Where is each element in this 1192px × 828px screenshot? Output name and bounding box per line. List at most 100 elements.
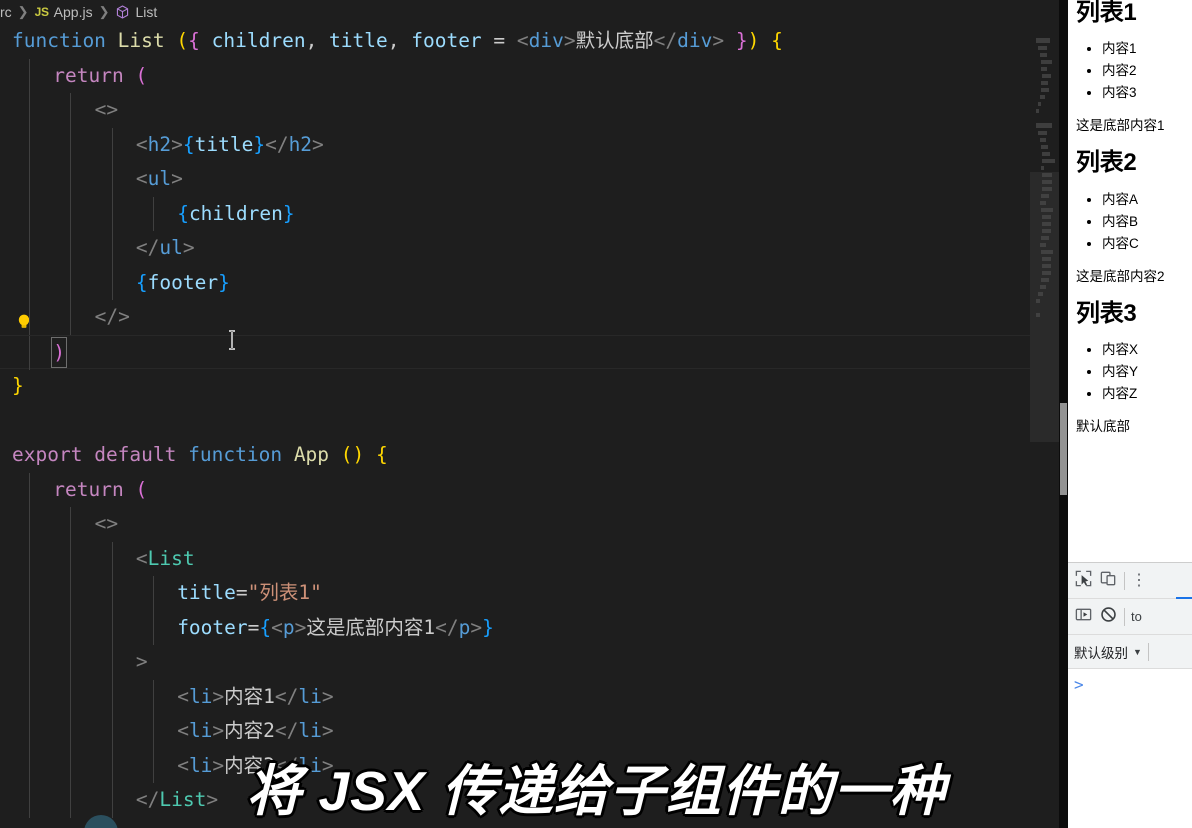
code-token: li (188, 719, 213, 742)
code-token: > (321, 719, 334, 742)
code-token: > (171, 167, 183, 190)
code-token: > (182, 236, 195, 259)
code-token: ( (176, 29, 189, 52)
code-line[interactable]: <h2>{title}</h2> (0, 127, 1030, 162)
code-line[interactable]: </ul> (0, 231, 1030, 266)
code-line[interactable]: <li>内容2</li> (0, 714, 1030, 749)
preview-list-item: 内容B (1102, 211, 1184, 233)
code-line[interactable]: </List> (0, 783, 1030, 818)
code-line[interactable]: <li>内容3</li> (0, 748, 1030, 783)
code-token: < (516, 29, 529, 52)
code-line[interactable]: title="列表1" (0, 576, 1030, 611)
console-output[interactable]: > (1068, 669, 1192, 828)
screen-root: rc ❯ JS App.js ❯ List function List ({c… (0, 0, 1192, 828)
code-token: title (194, 132, 254, 156)
preview-list-item: 内容3 (1102, 82, 1184, 104)
code-token: > (212, 684, 225, 708)
code-token: < (177, 753, 189, 777)
code-line[interactable]: footer={<p>这是底部内容1</p>} (0, 610, 1030, 645)
code-token: 内容3 (224, 753, 275, 777)
code-token: </ (274, 684, 299, 708)
console-filter-input[interactable]: to (1131, 609, 1142, 624)
code-line[interactable] (0, 404, 1030, 439)
preview-footer: 这是底部内容1 (1076, 118, 1165, 134)
code-line-text: function List ({ children, title, footer… (0, 29, 783, 52)
code-lines[interactable]: function List ({ children, title, footer… (0, 24, 1030, 818)
code-token: > (470, 615, 483, 639)
code-token: = (481, 29, 517, 52)
app-preview: 列表1 内容1内容2内容3 这是底部内容1 列表2 内容A内容B内容C 这是底部内容2 列表… (1068, 0, 1192, 562)
code-token: < (135, 132, 148, 156)
code-line[interactable]: } (0, 369, 1030, 404)
preview-list: 内容X内容Y内容Z (1076, 339, 1184, 405)
code-token: ( (340, 443, 353, 466)
console-sidebar-icon[interactable] (1074, 605, 1093, 629)
code-token: ul (159, 236, 183, 259)
breadcrumb-item-folder[interactable]: rc (0, 4, 12, 20)
code-token: > (212, 719, 225, 742)
device-toolbar-icon[interactable] (1099, 569, 1118, 593)
code-token: </ (265, 132, 289, 156)
code-line[interactable]: return ( (0, 58, 1030, 93)
minimap-slider[interactable] (1030, 172, 1060, 442)
inspect-element-icon[interactable] (1074, 569, 1093, 593)
code-token: li (298, 719, 322, 742)
code-line-text: <h2>{title}</h2> (0, 133, 324, 156)
breadcrumb-file-label: App.js (53, 4, 93, 20)
code-line[interactable]: export default function App () { (0, 438, 1030, 473)
preview-list-item: 内容Y (1102, 361, 1184, 383)
code-text-area[interactable]: function List ({ children, title, footer… (0, 24, 1030, 828)
code-line[interactable]: </> (0, 300, 1030, 335)
code-token: </> (94, 305, 130, 328)
code-line[interactable]: > (0, 645, 1030, 680)
code-token: , (305, 29, 330, 52)
code-line[interactable]: return ( (0, 472, 1030, 507)
code-line[interactable]: {children} (0, 196, 1030, 231)
code-line[interactable]: ) (0, 334, 1030, 370)
code-token: } (735, 29, 748, 52)
code-token: < (271, 615, 283, 639)
clear-console-icon[interactable] (1099, 605, 1118, 629)
log-level-dropdown[interactable]: 默认级别 ▼ (1074, 642, 1142, 662)
code-token: title (177, 581, 236, 604)
code-line[interactable]: <li>内容1</li> (0, 679, 1030, 714)
code-token: { (177, 201, 189, 225)
breadcrumb-item-symbol[interactable]: List (115, 4, 157, 20)
preview-heading: 列表3 (1076, 299, 1137, 327)
preview-footer: 默认底部 (1076, 419, 1130, 435)
preview-list-item: 内容Z (1102, 383, 1184, 405)
code-token: 内容2 (224, 719, 275, 742)
code-line[interactable]: <List (0, 541, 1030, 576)
code-line[interactable]: {footer} (0, 265, 1030, 300)
breadcrumb[interactable]: rc ❯ JS App.js ❯ List (0, 0, 1068, 24)
code-line[interactable]: <ul> (0, 162, 1030, 197)
code-line-text: {children} (0, 201, 294, 225)
code-line[interactable]: <> (0, 507, 1030, 542)
code-line-text: export default function App () { (0, 443, 388, 466)
code-token: ul (147, 167, 172, 190)
code-token: children (188, 201, 283, 225)
breadcrumb-separator-icon-2: ❯ (98, 4, 110, 19)
editor-minimap[interactable] (1030, 24, 1060, 828)
code-line-text: {footer} (0, 271, 230, 294)
code-line-text: </ul> (0, 236, 195, 259)
code-token: > (563, 29, 576, 52)
browser-preview-pane: 列表1 内容1内容2内容3 这是底部内容1 列表2 内容A内容B内容C 这是底部内容2 列表… (1068, 0, 1192, 828)
code-token: > (321, 684, 334, 708)
code-token: li (188, 684, 213, 708)
code-line[interactable]: function List ({ children, title, footer… (0, 24, 1030, 59)
code-token: default (94, 443, 177, 466)
code-token: export (12, 443, 83, 466)
code-line[interactable]: <> (0, 93, 1030, 128)
code-token: List (117, 29, 165, 52)
editor-scrollbar-thumb[interactable] (1060, 403, 1067, 495)
more-options-icon[interactable]: ⋮ (1131, 572, 1147, 589)
code-token: > (712, 29, 725, 52)
editor-scrollbar-track[interactable] (1059, 0, 1068, 828)
breadcrumb-item-file[interactable]: JS App.js (35, 4, 93, 20)
